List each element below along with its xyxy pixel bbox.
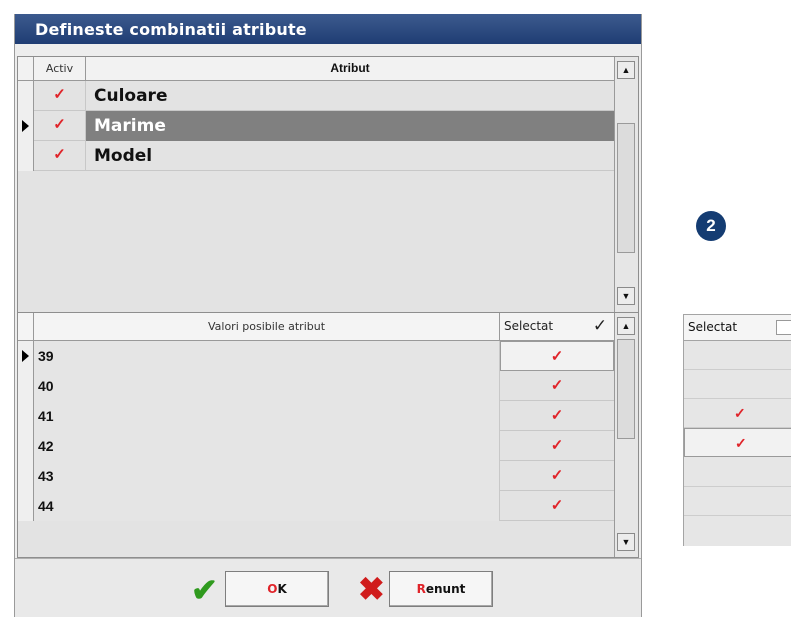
row-indicator[interactable]	[18, 401, 34, 431]
values-grid-header: Valori posibile atribut Selectat ✓	[18, 313, 614, 341]
attribute-name[interactable]: Model	[86, 141, 614, 171]
attribute-values-grid[interactable]: Valori posibile atribut Selectat ✓ 39 ✓ …	[17, 312, 639, 558]
cancel-x-icon[interactable]: ✖	[358, 573, 385, 605]
side-row[interactable]	[684, 487, 791, 516]
cancel-accelerator: R	[416, 582, 426, 596]
ok-button[interactable]: OK	[225, 571, 329, 607]
selectat-check-icon[interactable]: ✓	[500, 431, 614, 461]
row-indicator[interactable]	[18, 431, 34, 461]
value-cell[interactable]: 41	[34, 401, 500, 431]
row-indicator[interactable]	[18, 111, 34, 141]
cancel-button[interactable]: Renunt	[389, 571, 493, 607]
dialog-footer: ✔ OK ✖ Renunt	[15, 558, 641, 617]
value-cell[interactable]: 39	[34, 341, 500, 371]
attribute-name[interactable]: Culoare	[86, 81, 614, 111]
attributes-grid-header: Activ Atribut	[18, 57, 614, 81]
value-row[interactable]: 40 ✓	[18, 371, 614, 401]
activ-check-icon[interactable]: ✓	[34, 81, 86, 111]
ok-label: K	[277, 582, 287, 596]
column-header-selectat[interactable]: Selectat ✓	[500, 313, 614, 341]
activ-check-icon[interactable]: ✓	[34, 111, 86, 141]
selectat-check-icon[interactable]: ✓	[500, 341, 614, 371]
scroll-down-arrow-icon[interactable]: ▼	[617, 287, 635, 305]
ok-accelerator: O	[267, 582, 278, 596]
dialog-titlebar: Defineste combinatii atribute	[15, 14, 641, 44]
value-row[interactable]: 43 ✓	[18, 461, 614, 491]
scroll-up-arrow-icon[interactable]: ▲	[617, 317, 635, 335]
attributes-grid[interactable]: Activ Atribut ✓ Culoare ✓ Marime ✓ Model…	[17, 56, 639, 324]
attribute-row-model[interactable]: ✓ Model	[18, 141, 614, 171]
side-row-check-icon[interactable]: ✓	[684, 428, 791, 457]
select-all-check-icon[interactable]: ✓	[590, 316, 610, 337]
column-header-values[interactable]: Valori posibile atribut	[34, 313, 500, 341]
side-row-check-icon[interactable]: ✓	[684, 399, 791, 428]
side-row[interactable]	[684, 370, 791, 399]
selectat-check-icon[interactable]: ✓	[500, 371, 614, 401]
row-indicator[interactable]	[18, 461, 34, 491]
step-number-badge: 2	[696, 211, 726, 241]
selectat-check-icon[interactable]: ✓	[500, 491, 614, 521]
cancel-label: enunt	[425, 582, 466, 596]
side-header-label: Selectat	[688, 320, 738, 334]
value-row[interactable]: 41 ✓	[18, 401, 614, 431]
side-column-header: Selectat	[684, 315, 791, 341]
ok-checkmark-icon[interactable]: ✔	[191, 574, 218, 606]
row-indicator[interactable]	[18, 371, 34, 401]
scroll-thumb[interactable]	[617, 123, 635, 253]
selectat-check-icon[interactable]: ✓	[500, 401, 614, 431]
column-header-activ[interactable]: Activ	[34, 57, 86, 81]
activ-check-icon[interactable]: ✓	[34, 141, 86, 171]
value-cell[interactable]: 43	[34, 461, 500, 491]
attribute-row-marime[interactable]: ✓ Marime	[18, 111, 614, 141]
side-row[interactable]	[684, 341, 791, 370]
attributes-scrollbar[interactable]: ▲ ▼	[614, 57, 638, 323]
scroll-thumb[interactable]	[617, 339, 635, 439]
value-cell[interactable]: 40	[34, 371, 500, 401]
row-indicator[interactable]	[18, 141, 34, 171]
attribute-name[interactable]: Marime	[86, 111, 614, 141]
dialog-title: Defineste combinatii atribute	[35, 20, 307, 39]
row-indicator[interactable]	[18, 341, 34, 371]
column-header-atribut[interactable]: Atribut	[86, 57, 614, 81]
selectat-check-icon[interactable]: ✓	[500, 461, 614, 491]
current-row-arrow-icon	[22, 120, 29, 132]
value-cell[interactable]: 42	[34, 431, 500, 461]
attribute-row-culoare[interactable]: ✓ Culoare	[18, 81, 614, 111]
value-row[interactable]: 42 ✓	[18, 431, 614, 461]
value-cell[interactable]: 44	[34, 491, 500, 521]
row-indicator[interactable]	[18, 491, 34, 521]
values-scrollbar[interactable]: ▲ ▼	[614, 313, 638, 557]
value-row[interactable]: 39 ✓	[18, 341, 614, 371]
value-row[interactable]: 44 ✓	[18, 491, 614, 521]
select-all-checkbox[interactable]	[776, 320, 791, 335]
side-row[interactable]	[684, 458, 791, 487]
row-indicator-header	[18, 313, 34, 341]
scroll-down-arrow-icon[interactable]: ▼	[617, 533, 635, 551]
attribute-combinations-dialog: Defineste combinatii atribute Activ Atri…	[14, 14, 642, 617]
row-indicator-header	[18, 57, 34, 81]
row-indicator[interactable]	[18, 81, 34, 111]
selectat-column-detail: Selectat ✓ ✓	[683, 314, 791, 546]
scroll-up-arrow-icon[interactable]: ▲	[617, 61, 635, 79]
current-row-arrow-icon	[22, 350, 29, 362]
selectat-label: Selectat	[504, 319, 554, 333]
